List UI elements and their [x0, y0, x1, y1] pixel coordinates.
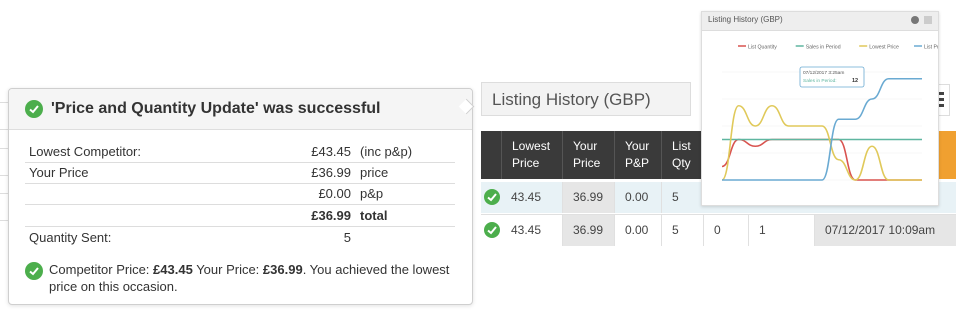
tooltip-label: Sales in Period: [803, 78, 837, 84]
table-header: Lowest Price Your Price Your P&P List Qt… [481, 131, 701, 179]
legend-item: List Price [914, 45, 938, 51]
column-header: Lowest Price [501, 131, 562, 179]
tooltip-box [799, 66, 865, 88]
summary-row-total: £36.99 total [25, 205, 455, 227]
row-value: £36.99 [311, 208, 351, 223]
summary-row: Lowest Competitor: £43.45 (inc p&p) [25, 141, 455, 163]
row-unit: price [360, 165, 389, 180]
note-competitor-price: £43.45 [153, 262, 193, 277]
cell-lowest-price: 43.45 [511, 190, 542, 204]
note-text: Competitor Price: [49, 262, 154, 277]
table-row[interactable]: 43.45 36.99 0.00 5 0 1 07/12/2017 10:09a… [481, 214, 956, 246]
cell-your-price: 36.99 [562, 182, 614, 213]
success-check-icon [25, 262, 43, 280]
column-header: List Qty [661, 131, 701, 179]
result-note: Competitor Price: £43.45 Your Price: £36… [49, 261, 459, 295]
popup-header: 'Price and Quantity Update' was successf… [9, 89, 472, 130]
popup-title: 'Price and Quantity Update' was successf… [51, 100, 381, 117]
legend-label: List Quantity [748, 45, 777, 51]
legend-label: Lowest Price [869, 45, 899, 51]
chart-plot: List Quantity Sales in Period Lowest Price… [721, 45, 938, 181]
legend-label: Sales in Period [806, 45, 841, 51]
row-unit: p&p [360, 186, 384, 201]
row-value: £36.99 [311, 165, 351, 180]
cell-your-pp: 0.00 [614, 215, 661, 246]
row-label: Your Price [29, 165, 89, 180]
column-header-accent [936, 131, 956, 179]
cell-date: 07/12/2017 10:09am [814, 215, 956, 246]
summary-row: Your Price £36.99 price [25, 162, 455, 184]
chart-tooltip: 07/12/2017 3:25am Sales in Period: 12 [799, 66, 865, 88]
listing-history-chart: Listing History (GBP) List Quantity Sales… [701, 11, 939, 206]
series-line [722, 77, 922, 181]
success-popup: 'Price and Quantity Update' was successf… [8, 88, 473, 305]
cell-col5: 0 [703, 215, 748, 246]
cell-your-price: 36.99 [562, 215, 614, 246]
note-text: Your Price: [192, 262, 263, 277]
cell-list-qty: 5 [661, 215, 701, 246]
cell-your-pp: 0.00 [614, 182, 661, 213]
series-line [721, 104, 922, 181]
legend-item: Sales in Period [795, 45, 841, 51]
tooltip-date: 07/12/2017 3:25am [803, 70, 844, 76]
column-header: Your Price [562, 131, 614, 179]
series-line [721, 138, 922, 181]
row-value: £43.45 [311, 144, 351, 159]
cell-lowest-price: 43.45 [511, 223, 542, 237]
cell-col6: 1 [748, 215, 814, 246]
tooltip-value: 12 [852, 78, 858, 84]
row-label: Quantity Sent: [29, 230, 112, 245]
success-check-icon [484, 222, 500, 238]
legend-label: List Price [924, 45, 938, 51]
listing-history-title: Listing History (GBP) [481, 82, 691, 116]
note-your-price: £36.99 [262, 262, 303, 277]
cell-list-qty: 5 [661, 182, 701, 213]
success-check-icon [484, 189, 500, 205]
row-label: Lowest Competitor: [29, 144, 141, 159]
legend-item: Lowest Price [859, 45, 899, 51]
summary-row: £0.00 p&p [25, 183, 455, 205]
row-unit: (inc p&p) [360, 144, 413, 159]
row-value: £0.00 [318, 186, 351, 201]
row-value: 5 [343, 230, 351, 245]
success-check-icon [25, 100, 43, 118]
summary-row: Quantity Sent: 5 [25, 227, 455, 248]
legend-item: List Quantity [738, 45, 777, 51]
row-unit: total [360, 208, 388, 223]
column-header: Your P&P [614, 131, 661, 179]
